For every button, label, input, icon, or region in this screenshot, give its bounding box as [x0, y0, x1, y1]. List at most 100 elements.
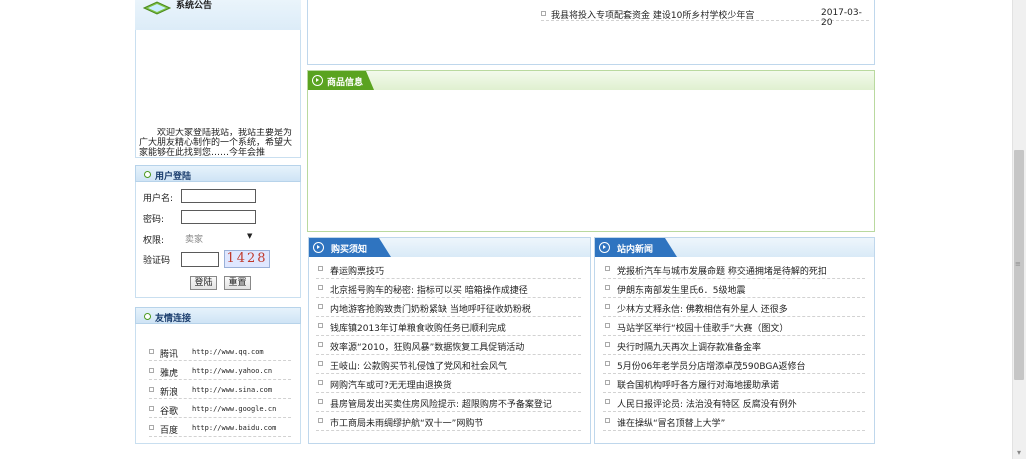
- news-row[interactable]: 北京摇号购车的秘密: 指标可以买 暗箱操作成捷径: [316, 279, 581, 298]
- news-title[interactable]: 5月份06年老学员分店增添卓茂590BGA返修台: [617, 359, 806, 372]
- square-bullet-icon: [149, 387, 154, 392]
- square-bullet-icon: [149, 406, 154, 411]
- square-bullet-icon: [605, 266, 610, 271]
- square-bullet-icon: [318, 418, 323, 423]
- captcha-input[interactable]: [181, 252, 219, 267]
- captcha-image[interactable]: 1428: [224, 250, 270, 268]
- square-bullet-icon: [149, 349, 154, 354]
- link-url[interactable]: http://www.baidu.com: [192, 424, 276, 432]
- news-row[interactable]: 少林方丈释永信: 佛教相信有外星人 还很多: [603, 298, 865, 317]
- news-row[interactable]: 网购汽车或可?无无理由退换货: [316, 374, 581, 393]
- login-button[interactable]: 登陆: [190, 276, 217, 290]
- square-bullet-icon: [318, 361, 323, 366]
- role-label: 权限:: [143, 236, 165, 246]
- news-title[interactable]: 网购汽车或可?无无理由退换货: [330, 378, 452, 391]
- news-title[interactable]: 效率源“2010，狂购风暴”数据恢复工具促销活动: [330, 340, 524, 353]
- square-bullet-icon: [149, 368, 154, 373]
- role-select[interactable]: 卖家 ▼: [181, 231, 257, 245]
- links-panel-title: 友情连接: [155, 314, 192, 324]
- news-row[interactable]: 钱库镇2013年订单粮食收购任务已顺利完成: [316, 317, 581, 336]
- goods-tab[interactable]: 商品信息: [308, 71, 374, 90]
- news-title[interactable]: 内地游客抢购致贵门奶粉紧缺 当地呼吁征收奶粉税: [330, 302, 531, 315]
- purchase-notice-tab[interactable]: 购买须知: [309, 238, 391, 257]
- news-title[interactable]: 少林方丈释永信: 佛教相信有外星人 还很多: [617, 302, 788, 315]
- password-input[interactable]: [181, 210, 256, 224]
- square-bullet-icon: [149, 425, 154, 430]
- news-row[interactable]: 我县将投入专项配套资金 建设10所乡村学校少年宫 2017-03-20: [541, 7, 869, 28]
- square-bullet-icon: [605, 380, 610, 385]
- news-title[interactable]: 春运购票技巧: [330, 264, 384, 277]
- site-news-tab-label[interactable]: 站内新闻: [617, 242, 653, 255]
- news-title[interactable]: 县房管局发出买卖住房风险提示: 超限购房不予备案登记: [330, 397, 552, 410]
- news-title[interactable]: 市工商局未雨绸缪护航“双十一”网购节: [330, 416, 483, 429]
- square-bullet-icon: [318, 323, 323, 328]
- news-title[interactable]: 党报析汽车与城市发展命题 称交通拥堵是待解的死扣: [617, 264, 827, 277]
- chevron-down-icon: ▼: [247, 232, 253, 240]
- friend-link[interactable]: 谷歌 http://www.google.cn: [149, 403, 291, 418]
- friend-link[interactable]: 腾讯 http://www.qq.com: [149, 346, 291, 361]
- friend-link[interactable]: 百度 http://www.baidu.com: [149, 422, 291, 437]
- news-row[interactable]: 县房管局发出买卖住房风险提示: 超限购房不予备案登记: [316, 393, 581, 412]
- news-date: 2017-03-20: [821, 8, 862, 28]
- goods-panel: [307, 70, 875, 232]
- news-row[interactable]: 效率源“2010，狂购风暴”数据恢复工具促销活动: [316, 336, 581, 355]
- notice-title: 系统公告: [176, 1, 213, 11]
- friend-link[interactable]: 雅虎 http://www.yahoo.cn: [149, 365, 291, 380]
- news-row[interactable]: 春运购票技巧: [316, 260, 581, 279]
- news-row[interactable]: 王岐山: 公款购买节礼侵蚀了党风和社会风气: [316, 355, 581, 374]
- username-input[interactable]: [181, 189, 256, 203]
- news-row[interactable]: 马站学区举行“校园十佳歌手”大赛（图文）: [603, 317, 865, 336]
- purchase-notice-tab-label[interactable]: 购买须知: [331, 242, 367, 255]
- news-row[interactable]: 人民日报评论员: 法治没有特区 反腐没有例外: [603, 393, 865, 412]
- play-circle-icon: [312, 75, 323, 86]
- link-name[interactable]: 腾讯: [160, 347, 178, 360]
- login-panel-header: 用户登陆: [135, 165, 301, 182]
- play-circle-icon: [599, 242, 610, 253]
- link-url[interactable]: http://www.qq.com: [192, 348, 264, 356]
- news-title[interactable]: 人民日报评论员: 法治没有特区 反腐没有例外: [617, 397, 797, 410]
- links-panel-header: 友情连接: [135, 307, 301, 324]
- news-row[interactable]: 内地游客抢购致贵门奶粉紧缺 当地呼吁征收奶粉税: [316, 298, 581, 317]
- link-name[interactable]: 百度: [160, 423, 178, 436]
- play-circle-icon: [313, 242, 324, 253]
- link-url[interactable]: http://www.yahoo.cn: [192, 367, 272, 375]
- circle-bullet-icon: [144, 313, 151, 320]
- news-row[interactable]: 谁在操纵“冒名顶替上大学”: [603, 412, 865, 431]
- link-url[interactable]: http://www.google.cn: [192, 405, 276, 413]
- news-row[interactable]: 党报析汽车与城市发展命题 称交通拥堵是待解的死扣: [603, 260, 865, 279]
- notice-icon: [142, 0, 172, 16]
- square-bullet-icon: [605, 323, 610, 328]
- news-title[interactable]: 王岐山: 公款购买节礼侵蚀了党风和社会风气: [330, 359, 507, 372]
- square-bullet-icon: [318, 266, 323, 271]
- goods-tab-label[interactable]: 商品信息: [327, 75, 363, 88]
- password-label: 密码:: [143, 215, 165, 225]
- square-bullet-icon: [605, 361, 610, 366]
- news-title[interactable]: 北京摇号购车的秘密: 指标可以买 暗箱操作成捷径: [330, 283, 528, 296]
- news-title[interactable]: 钱库镇2013年订单粮食收购任务已顺利完成: [330, 321, 506, 334]
- news-row[interactable]: 联合国机构呼吁各方履行对海地援助承诺: [603, 374, 865, 393]
- square-bullet-icon: [318, 285, 323, 290]
- news-title[interactable]: 伊朗东南部发生里氏6．5级地震: [617, 283, 745, 296]
- link-name[interactable]: 新浪: [160, 385, 178, 398]
- news-title[interactable]: 马站学区举行“校园十佳歌手”大赛（图文）: [617, 321, 788, 334]
- link-name[interactable]: 雅虎: [160, 366, 178, 379]
- news-title[interactable]: 联合国机构呼吁各方履行对海地援助承诺: [617, 378, 779, 391]
- link-name[interactable]: 谷歌: [160, 404, 178, 417]
- circle-bullet-icon: [144, 171, 151, 178]
- scroll-down-arrow-icon[interactable]: ▾: [1013, 447, 1025, 459]
- link-url[interactable]: http://www.sina.com: [192, 386, 272, 394]
- news-title[interactable]: 谁在操纵“冒名顶替上大学”: [617, 416, 725, 429]
- news-title[interactable]: 央行时隔九天再次上调存款准备金率: [617, 340, 761, 353]
- reset-button[interactable]: 重置: [224, 276, 251, 290]
- site-news-header: 站内新闻: [595, 238, 874, 257]
- friend-link[interactable]: 新浪 http://www.sina.com: [149, 384, 291, 399]
- site-news-tab[interactable]: 站内新闻: [595, 238, 677, 257]
- news-row[interactable]: 伊朗东南部发生里氏6．5级地震: [603, 279, 865, 298]
- news-row[interactable]: 央行时隔九天再次上调存款准备金率: [603, 336, 865, 355]
- news-row[interactable]: 5月份06年老学员分店增添卓茂590BGA返修台: [603, 355, 865, 374]
- news-row[interactable]: 市工商局未雨绸缪护航“双十一”网购节: [316, 412, 581, 431]
- news-title[interactable]: 我县将投入专项配套资金 建设10所乡村学校少年宫: [551, 8, 754, 21]
- notice-text: 欢迎大家登陆我站，我站主要是为广大朋友精心制作的一个系统，希望大家能够在此找到您…: [139, 128, 293, 158]
- purchase-notice-header: 购买须知: [309, 238, 590, 257]
- square-bullet-icon: [318, 342, 323, 347]
